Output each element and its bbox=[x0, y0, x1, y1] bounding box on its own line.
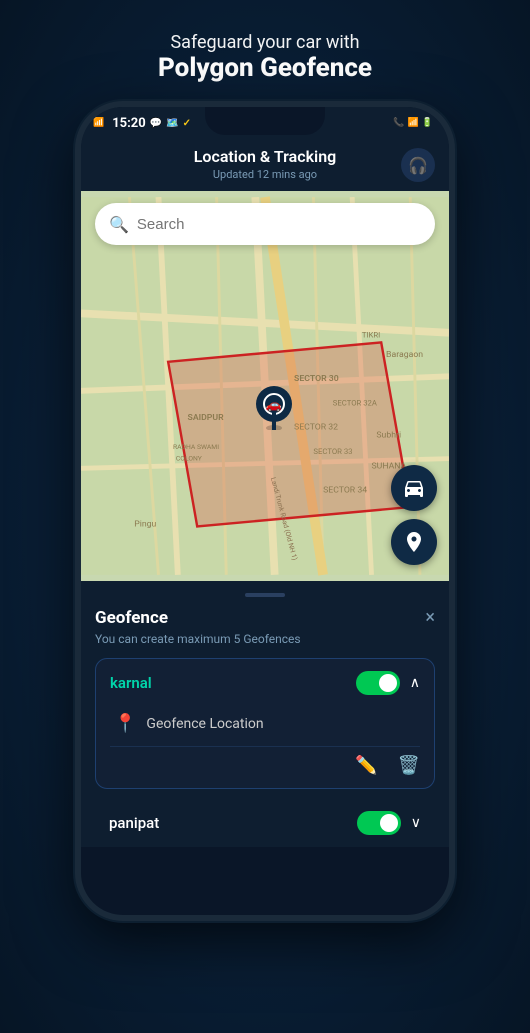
headline-subtitle: Safeguard your car with bbox=[170, 32, 359, 53]
panel-header: Geofence × bbox=[95, 607, 435, 628]
support-button[interactable]: 🎧 bbox=[401, 148, 435, 182]
toggle-karnal[interactable] bbox=[356, 671, 400, 695]
geofence-name-karnal: karnal bbox=[110, 674, 152, 692]
svg-text:Pingu: Pingu bbox=[134, 519, 156, 529]
phone-frame: 📶 15:20 💬 🗺️ ✓ 📞 📶 🔋 Location & Tracking… bbox=[75, 101, 455, 921]
panel-close-button[interactable]: × bbox=[425, 607, 435, 628]
geofence-controls-panipat: ∨ bbox=[357, 811, 421, 835]
panel-description: You can create maximum 5 Geofences bbox=[95, 632, 435, 646]
location-marker: 🚗 bbox=[256, 386, 292, 434]
svg-text:SECTOR 34: SECTOR 34 bbox=[323, 486, 367, 496]
headline-title: Polygon Geofence bbox=[158, 53, 372, 83]
search-bar[interactable]: 🔍 bbox=[95, 203, 435, 245]
svg-text:RADHA SWAMI: RADHA SWAMI bbox=[173, 443, 219, 451]
car-location-fab[interactable] bbox=[391, 465, 437, 511]
status-icons: 📞 📶 🔋 bbox=[393, 118, 433, 128]
drag-indicator bbox=[245, 593, 285, 597]
status-left: 📶 15:20 💬 🗺️ ✓ bbox=[93, 116, 191, 131]
delete-icon[interactable]: 🗑️ bbox=[398, 755, 420, 776]
svg-text:SECTOR 32A: SECTOR 32A bbox=[333, 398, 377, 407]
geofence-card-karnal: karnal ∧ 📍 Geofence Location ✏️ 🗑️ bbox=[95, 658, 435, 789]
location-pin-icon: 📍 bbox=[114, 713, 136, 734]
maps-icon: 🗺️ bbox=[166, 118, 178, 129]
svg-text:SECTOR 30: SECTOR 30 bbox=[294, 374, 339, 384]
battery-icon: 🔋 bbox=[422, 118, 433, 128]
search-input[interactable] bbox=[137, 216, 421, 233]
toggle-panipat[interactable] bbox=[357, 811, 401, 835]
header-subtitle: Updated 12 mins ago bbox=[97, 168, 433, 181]
headphone-icon: 🎧 bbox=[408, 156, 428, 175]
geofence-name-panipat: panipat bbox=[109, 814, 159, 832]
geofence-controls-karnal: ∧ bbox=[356, 671, 420, 695]
chevron-down-icon[interactable]: ∨ bbox=[411, 815, 421, 831]
geofence-location-row: 📍 Geofence Location bbox=[110, 705, 420, 742]
geofence-item-panipat: panipat ∨ bbox=[95, 799, 435, 847]
signal-icon: 📶 bbox=[93, 118, 104, 128]
svg-text:TIKRI: TIKRI bbox=[362, 331, 380, 340]
geofence-card-header: karnal ∧ bbox=[110, 671, 420, 695]
headline: Safeguard your car with Polygon Geofence bbox=[158, 32, 372, 83]
edit-icon[interactable]: ✏️ bbox=[355, 755, 377, 776]
call-icon: 📞 bbox=[393, 118, 404, 128]
svg-text:🚗: 🚗 bbox=[266, 398, 282, 413]
map-fab-container bbox=[391, 465, 437, 565]
tick-icon: ✓ bbox=[183, 118, 191, 129]
svg-text:SECTOR 32: SECTOR 32 bbox=[294, 423, 338, 433]
map-area[interactable]: SAIDPUR RADHA SWAMI COLONY SECTOR 30 SEC… bbox=[81, 191, 449, 581]
svg-text:Baragaon: Baragaon bbox=[386, 350, 423, 360]
svg-text:Subhri: Subhri bbox=[376, 430, 401, 440]
status-time: 15:20 bbox=[112, 116, 146, 131]
bottom-panel: Geofence × You can create maximum 5 Geof… bbox=[81, 581, 449, 847]
geofence-actions-karnal: ✏️ 🗑️ bbox=[110, 746, 420, 776]
wifi-icon: 📶 bbox=[408, 118, 419, 128]
header-title: Location & Tracking bbox=[97, 147, 433, 166]
search-icon: 🔍 bbox=[109, 215, 129, 234]
whatsapp-icon: 💬 bbox=[150, 118, 162, 129]
pin-location-fab[interactable] bbox=[391, 519, 437, 565]
panel-title: Geofence bbox=[95, 608, 168, 628]
phone-notch bbox=[205, 107, 325, 135]
chevron-up-icon[interactable]: ∧ bbox=[410, 675, 420, 691]
svg-text:COLONY: COLONY bbox=[176, 455, 202, 463]
svg-text:SAIDPUR: SAIDPUR bbox=[188, 413, 225, 423]
geofence-location-label: Geofence Location bbox=[146, 716, 263, 732]
svg-text:SECTOR 33: SECTOR 33 bbox=[313, 447, 352, 456]
app-header: Location & Tracking Updated 12 mins ago … bbox=[81, 139, 449, 191]
